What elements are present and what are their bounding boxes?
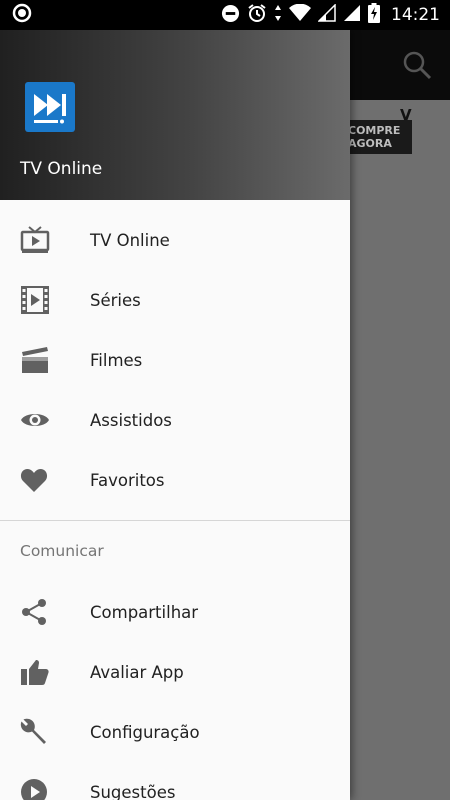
- play-circle-icon: [0, 778, 90, 800]
- menu-item-label: Séries: [90, 290, 141, 310]
- menu-item-label: Configuração: [90, 722, 200, 742]
- record-icon: [12, 3, 32, 27]
- menu-item-filmes[interactable]: Filmes: [0, 330, 350, 390]
- menu-item-sugestoes[interactable]: Sugestões: [0, 762, 350, 800]
- share-icon: [0, 598, 90, 626]
- menu-item-label: Sugestões: [90, 782, 176, 800]
- thumbs-up-icon: [0, 658, 90, 686]
- heart-icon: [0, 467, 90, 493]
- ad-line-1: COMPRE: [348, 124, 401, 137]
- menu-item-series[interactable]: Séries: [0, 270, 350, 330]
- do-not-disturb-icon: [221, 4, 240, 27]
- menu-item-favoritos[interactable]: Favoritos: [0, 450, 350, 510]
- clapperboard-icon: [0, 346, 90, 374]
- wrench-icon: [0, 718, 90, 746]
- wifi-icon: [289, 3, 311, 26]
- secondary-menu: Compartilhar Avaliar App Configuração Su…: [0, 582, 350, 800]
- menu-item-assistidos[interactable]: Assistidos: [0, 390, 350, 450]
- ad-badge: V: [400, 106, 412, 124]
- primary-menu: TV Online Séries Filmes Assistidos Favor…: [0, 200, 350, 510]
- alarm-icon: [247, 3, 267, 27]
- menu-item-avaliar-app[interactable]: Avaliar App: [0, 642, 350, 702]
- status-bar: 14:21: [0, 0, 450, 30]
- eye-icon: [0, 409, 90, 431]
- menu-item-label: Avaliar App: [90, 662, 184, 682]
- data-arrows-icon: [274, 4, 282, 26]
- menu-item-tv-online[interactable]: TV Online: [0, 210, 350, 270]
- navigation-drawer: TV Online TV Online Séries Filmes Assist…: [0, 30, 350, 800]
- ad-banner[interactable]: COMPRE AGORA: [340, 120, 412, 154]
- clock: 14:21: [391, 5, 440, 25]
- menu-item-compartilhar[interactable]: Compartilhar: [0, 582, 350, 642]
- section-header-comunicar: Comunicar: [20, 542, 104, 560]
- signal-weak-icon: [317, 3, 336, 26]
- menu-item-label: Compartilhar: [90, 602, 199, 622]
- ad-line-2: AGORA: [348, 137, 392, 150]
- signal-icon: [343, 4, 361, 26]
- drawer-app-name: TV Online: [20, 159, 103, 179]
- app-logo-icon: [25, 82, 75, 132]
- film-icon: [0, 285, 90, 315]
- menu-item-label: Filmes: [90, 350, 143, 370]
- menu-item-label: TV Online: [90, 230, 170, 250]
- menu-item-label: Assistidos: [90, 410, 172, 430]
- menu-item-label: Favoritos: [90, 470, 165, 490]
- drawer-header: TV Online: [0, 30, 350, 200]
- search-icon[interactable]: [402, 50, 432, 84]
- battery-charging-icon: [368, 3, 380, 27]
- menu-item-configuracao[interactable]: Configuração: [0, 702, 350, 762]
- tv-icon: [0, 226, 90, 254]
